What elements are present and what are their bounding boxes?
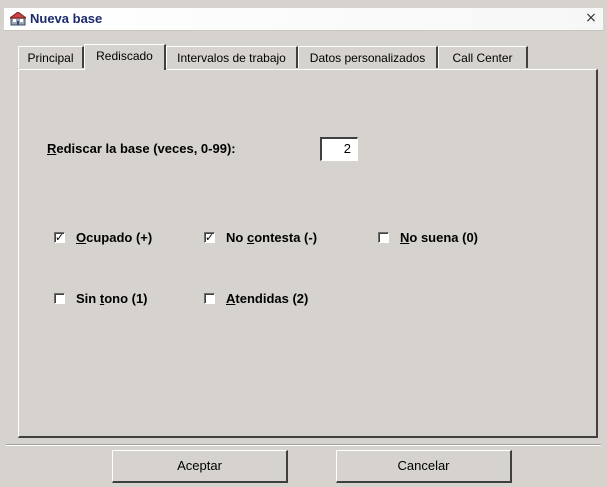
footer-divider xyxy=(6,444,601,446)
checkbox-no-contesta-label: No contesta (-) xyxy=(226,230,317,246)
tab-call-center[interactable]: Call Center xyxy=(438,46,528,68)
building-icon xyxy=(10,12,26,26)
checkbox-no-contesta-label-post: ontesta (-) xyxy=(254,230,318,245)
checkbox-sin-tono-label: Sin tono (1) xyxy=(76,291,148,307)
checkbox-atendidas-box[interactable] xyxy=(204,293,215,304)
tab-panel-rediscado xyxy=(18,69,598,438)
checkbox-sin-tono-label-pre: Sin xyxy=(76,291,100,306)
rediscar-label-text: ediscar la base (veces, 0-99): xyxy=(56,141,236,156)
rediscar-count-input[interactable]: 2 xyxy=(320,137,358,161)
checkbox-sin-tono-label-post: ono (1) xyxy=(104,291,148,306)
dialog-window: Nueva base × Principal Rediscado Interva… xyxy=(0,0,607,487)
tab-strip: Principal Rediscado Intervalos de trabaj… xyxy=(18,44,598,70)
title-bar: Nueva base × xyxy=(4,8,603,31)
checkbox-no-contesta-label-pre: No xyxy=(226,230,247,245)
checkbox-ocupado-box[interactable]: ✓ xyxy=(54,232,65,243)
tab-datos-personalizados[interactable]: Datos personalizados xyxy=(298,46,438,68)
checkbox-ocupado-label-mnemonic: O xyxy=(76,230,87,245)
checkbox-no-suena-label: No suena (0) xyxy=(400,230,478,246)
checkbox-ocupado-label: Ocupado (+) xyxy=(76,230,152,246)
tab-principal[interactable]: Principal xyxy=(18,46,84,68)
checkbox-no-suena-label-mnemonic: N xyxy=(400,230,410,245)
cancel-button[interactable]: Cancelar xyxy=(336,450,512,483)
close-button[interactable]: × xyxy=(583,10,599,26)
window-title: Nueva base xyxy=(30,11,103,26)
tab-intervalos-de-trabajo[interactable]: Intervalos de trabajo xyxy=(166,46,298,68)
checkbox-no-suena-box[interactable] xyxy=(378,232,389,243)
checkbox-atendidas-label-post: tendidas (2) xyxy=(235,291,309,306)
accept-button[interactable]: Aceptar xyxy=(112,450,288,483)
checkbox-ocupado-label-post: cupado (+) xyxy=(86,230,153,245)
rediscar-label-mnemonic: R xyxy=(47,141,57,156)
rediscar-label: Rediscar la base (veces, 0-99): xyxy=(47,141,236,156)
checkbox-atendidas-label-mnemonic: A xyxy=(226,291,236,306)
checkbox-no-contesta-box[interactable]: ✓ xyxy=(204,232,215,243)
tab-rediscado[interactable]: Rediscado xyxy=(84,44,166,70)
checkbox-atendidas-label: Atendidas (2) xyxy=(226,291,308,307)
checkbox-sin-tono-box[interactable] xyxy=(54,293,65,304)
checkbox-no-suena-label-post: o suena (0) xyxy=(409,230,479,245)
